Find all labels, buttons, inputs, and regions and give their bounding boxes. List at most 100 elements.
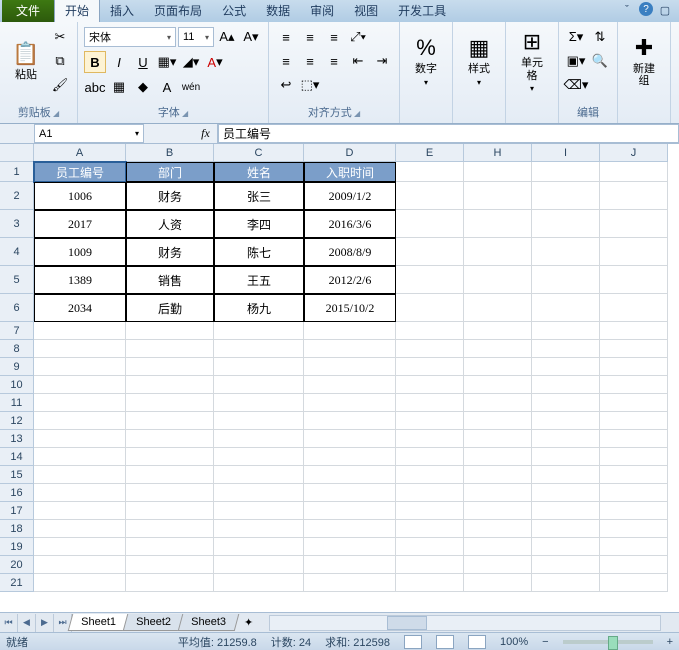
cell[interactable] xyxy=(600,484,668,502)
cell[interactable]: 2016/3/6 xyxy=(304,210,396,238)
font-color-button[interactable]: A▾ xyxy=(204,51,226,73)
view-normal-button[interactable] xyxy=(404,635,422,649)
cell[interactable] xyxy=(532,538,600,556)
styles-button[interactable]: ▦样式▾ xyxy=(459,26,499,96)
cell[interactable] xyxy=(34,466,126,484)
row-header[interactable]: 10 xyxy=(0,376,34,394)
fx-button[interactable]: fx xyxy=(194,124,218,143)
fill-button[interactable]: ◆ xyxy=(132,76,154,98)
column-header[interactable]: E xyxy=(396,144,464,162)
minimize-ribbon-icon[interactable]: ˇ xyxy=(619,2,635,18)
cell[interactable] xyxy=(304,430,396,448)
cell[interactable] xyxy=(464,358,532,376)
tab-developer[interactable]: 开发工具 xyxy=(388,0,456,22)
cell[interactable] xyxy=(532,294,600,322)
cell[interactable]: 2015/10/2 xyxy=(304,294,396,322)
cell[interactable] xyxy=(464,520,532,538)
cell[interactable] xyxy=(396,448,464,466)
cell[interactable] xyxy=(464,448,532,466)
cell[interactable]: 2009/1/2 xyxy=(304,182,396,210)
cell[interactable] xyxy=(304,376,396,394)
align-top-button[interactable]: ≡ xyxy=(275,26,297,48)
cell[interactable] xyxy=(396,502,464,520)
paste-button[interactable]: 📋 粘贴 xyxy=(6,26,46,96)
cell[interactable] xyxy=(396,412,464,430)
new-sheet-button[interactable]: ✦ xyxy=(237,616,261,629)
cell[interactable] xyxy=(34,430,126,448)
spreadsheet-grid[interactable]: ABCDEHIJ 1234567891011121314151617181920… xyxy=(0,144,679,626)
cell[interactable]: 张三 xyxy=(214,182,304,210)
cell[interactable] xyxy=(396,556,464,574)
file-tab[interactable]: 文件 xyxy=(2,0,54,22)
copy-button[interactable]: ⧉ xyxy=(49,50,71,72)
cell[interactable] xyxy=(532,340,600,358)
cell[interactable] xyxy=(34,574,126,592)
cell[interactable] xyxy=(600,162,668,182)
sheet-nav-first[interactable]: ⏮ xyxy=(0,614,18,632)
cell[interactable] xyxy=(532,322,600,340)
cell[interactable] xyxy=(214,412,304,430)
cell[interactable] xyxy=(600,394,668,412)
clear-button[interactable]: ⌫▾ xyxy=(565,74,587,96)
italic-button[interactable]: I xyxy=(108,51,130,73)
tab-pagelayout[interactable]: 页面布局 xyxy=(144,0,212,22)
row-header[interactable]: 9 xyxy=(0,358,34,376)
cell[interactable]: 陈七 xyxy=(214,238,304,266)
cell[interactable]: 2012/2/6 xyxy=(304,266,396,294)
cells-button[interactable]: ⊞单元格▾ xyxy=(512,26,552,96)
cell[interactable]: 王五 xyxy=(214,266,304,294)
tab-review[interactable]: 审阅 xyxy=(300,0,344,22)
select-all-corner[interactable] xyxy=(0,144,34,162)
cell[interactable] xyxy=(34,376,126,394)
align-middle-button[interactable]: ≡ xyxy=(299,26,321,48)
cell[interactable] xyxy=(600,538,668,556)
wrap-text-button[interactable]: ↩ xyxy=(275,74,297,96)
cell[interactable] xyxy=(304,574,396,592)
cell[interactable] xyxy=(600,340,668,358)
cell[interactable] xyxy=(396,394,464,412)
cell[interactable] xyxy=(34,448,126,466)
tab-formulas[interactable]: 公式 xyxy=(212,0,256,22)
cell[interactable] xyxy=(126,340,214,358)
row-header[interactable]: 19 xyxy=(0,538,34,556)
cell[interactable] xyxy=(214,556,304,574)
row-header[interactable]: 18 xyxy=(0,520,34,538)
zoom-value[interactable]: 100% xyxy=(500,636,528,648)
cell[interactable] xyxy=(396,430,464,448)
column-header[interactable]: H xyxy=(464,144,532,162)
cell[interactable] xyxy=(396,376,464,394)
cell[interactable] xyxy=(34,538,126,556)
cell[interactable] xyxy=(600,574,668,592)
cell[interactable]: 1389 xyxy=(34,266,126,294)
indent-dec-button[interactable]: ⇤ xyxy=(347,50,369,72)
cell[interactable] xyxy=(34,412,126,430)
cell[interactable]: 姓名 xyxy=(214,162,304,182)
row-header[interactable]: 11 xyxy=(0,394,34,412)
tab-home[interactable]: 开始 xyxy=(54,0,100,22)
cell[interactable]: 杨九 xyxy=(214,294,304,322)
cell[interactable] xyxy=(600,412,668,430)
window-options-icon[interactable]: ▢ xyxy=(657,2,673,18)
shrink-font-button[interactable]: A▾ xyxy=(240,26,262,48)
cell[interactable] xyxy=(214,502,304,520)
cell[interactable] xyxy=(214,322,304,340)
tab-view[interactable]: 视图 xyxy=(344,0,388,22)
cell[interactable]: 财务 xyxy=(126,182,214,210)
align-right-button[interactable]: ≡ xyxy=(323,50,345,72)
cell[interactable] xyxy=(396,358,464,376)
cell[interactable]: 2034 xyxy=(34,294,126,322)
cell[interactable] xyxy=(214,484,304,502)
cell[interactable] xyxy=(464,556,532,574)
cell[interactable] xyxy=(464,574,532,592)
cell[interactable] xyxy=(532,520,600,538)
cell[interactable]: 后勤 xyxy=(126,294,214,322)
cell[interactable] xyxy=(126,538,214,556)
cell[interactable]: 2008/8/9 xyxy=(304,238,396,266)
row-header[interactable]: 12 xyxy=(0,412,34,430)
cell[interactable] xyxy=(532,358,600,376)
cell[interactable] xyxy=(464,266,532,294)
grow-font-button[interactable]: A▴ xyxy=(216,26,238,48)
cell[interactable] xyxy=(34,358,126,376)
sort-button[interactable]: ⇅ xyxy=(589,26,611,48)
align-left-button[interactable]: ≡ xyxy=(275,50,297,72)
